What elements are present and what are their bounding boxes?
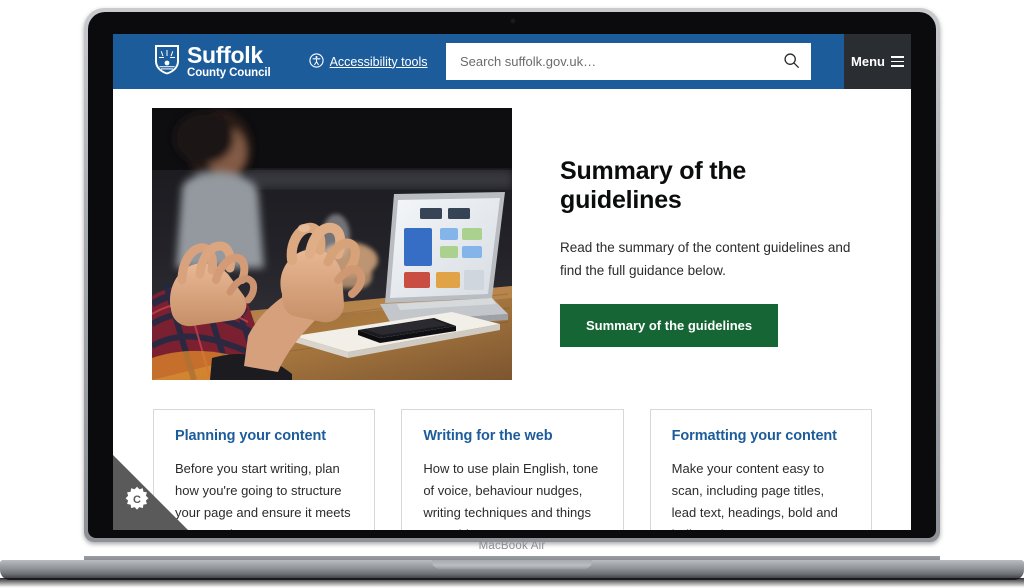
hero-description: Read the summary of the content guidelin… bbox=[560, 240, 851, 278]
menu-button-label: Menu bbox=[851, 54, 885, 69]
accessibility-tools-link[interactable]: Accessibility tools bbox=[308, 52, 428, 71]
hero-section: Summary of the guidelines Read the summa… bbox=[113, 89, 911, 380]
browser-viewport: Suffolk County Council Accessibility too… bbox=[113, 34, 911, 530]
search-icon bbox=[783, 52, 800, 72]
laptop-shadow bbox=[0, 578, 1024, 588]
card-title: Formatting your content bbox=[671, 428, 837, 444]
brand-subtitle: County Council bbox=[187, 66, 271, 79]
search-bar bbox=[446, 43, 811, 80]
laptop-base-notch bbox=[432, 560, 592, 569]
camera-dot-icon bbox=[510, 18, 516, 24]
menu-button[interactable]: Menu bbox=[844, 34, 911, 89]
hero-image bbox=[152, 108, 512, 380]
card-title: Planning your content bbox=[175, 428, 326, 444]
card-body: How to use plain English, tone of voice,… bbox=[423, 461, 599, 530]
hamburger-menu-icon bbox=[890, 56, 904, 67]
search-submit-button[interactable] bbox=[771, 43, 811, 80]
card-writing-for-the-web[interactable]: Writing for the web How to use plain Eng… bbox=[401, 409, 624, 530]
site-logo[interactable]: Suffolk County Council bbox=[154, 41, 271, 80]
card-row: Planning your content Before you start w… bbox=[113, 380, 911, 530]
hero-text-block: Summary of the guidelines Read the summa… bbox=[512, 108, 911, 380]
cookie-settings-widget[interactable]: C bbox=[113, 455, 188, 530]
brand-name: Suffolk bbox=[187, 41, 263, 68]
page-title: Summary of the guidelines bbox=[560, 157, 747, 214]
device-brand-label: MacBook Air bbox=[478, 540, 546, 552]
card-body: Before you start writing, plan how you'r… bbox=[175, 461, 351, 530]
search-input[interactable] bbox=[446, 43, 771, 80]
summary-of-the-guidelines-button[interactable]: Summary of the guidelines bbox=[560, 304, 779, 347]
accessibility-tools-label: Accessibility tools bbox=[329, 54, 428, 69]
site-header: Suffolk County Council Accessibility too… bbox=[113, 34, 911, 89]
laptop-mockup: Suffolk County Council Accessibility too… bbox=[0, 0, 1024, 588]
svg-text:C: C bbox=[133, 494, 141, 506]
accessibility-person-icon bbox=[308, 52, 324, 71]
card-formatting-your-content[interactable]: Formatting your content Make your conten… bbox=[649, 409, 872, 530]
suffolk-crest-icon bbox=[154, 44, 180, 80]
card-body: Make your content easy to scan, includin… bbox=[671, 461, 838, 530]
cookie-settings-cog-icon: C bbox=[124, 486, 150, 517]
card-title: Writing for the web bbox=[423, 428, 553, 444]
brand-wordmark: Suffolk County Council bbox=[187, 41, 271, 80]
